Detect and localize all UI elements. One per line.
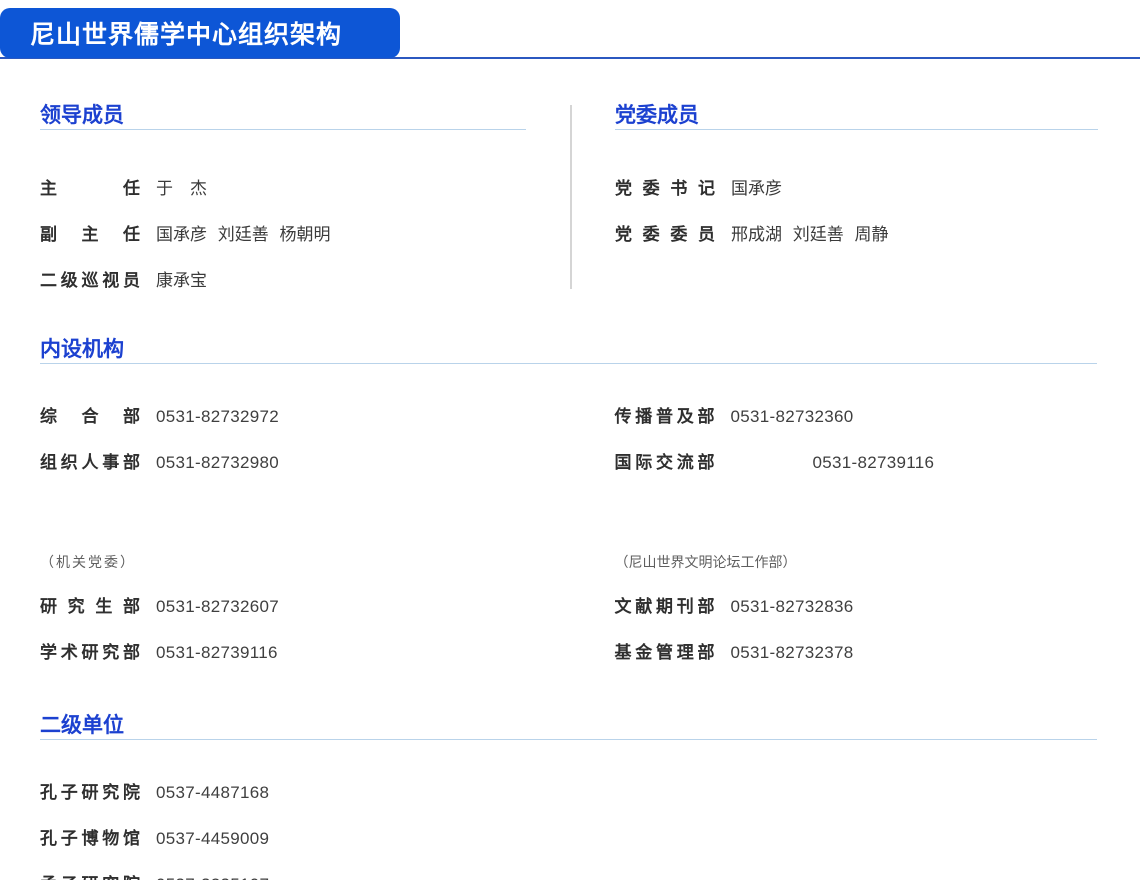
departments-section: 内设机构 综合部 0531-82732972 组织人事部 （机关党委） 0531… [40,338,1097,664]
departments-columns: 综合部 0531-82732972 组织人事部 （机关党委） 0531-8273… [40,406,1097,664]
leadership-section: 领导成员 主任 于 杰 副主任 国承彦 刘廷善 杨朝明 二级巡视员 康承宝 [40,104,526,292]
member-role-label: 副主任 [40,224,140,246]
subunit-row: 孔子博物馆 0537-4459009 [40,828,1097,850]
department-row: 研究生部 0531-82732607 [40,596,523,618]
member-row: 主任 于 杰 [40,178,526,200]
party-committee-section: 党委成员 党委书记 国承彦 党委委员 邢成湖 刘廷善 周静 [615,104,1098,246]
department-row: 基金管理部 0531-82732378 [615,642,1098,664]
party-committee-heading: 党委成员 [615,104,1098,130]
department-name-label: 研究生部 [40,596,140,618]
member-names: 于 杰 [156,178,207,200]
member-row: 副主任 国承彦 刘廷善 杨朝明 [40,224,526,246]
department-row: 组织人事部 （机关党委） 0531-82732980 [40,452,523,572]
subunit-phone: 0537-4487168 [156,782,269,804]
department-phone: 0531-82739116 [156,642,278,664]
department-name-label: 文献期刊部 [615,596,715,618]
vertical-divider [570,105,572,289]
page-title: 尼山世界儒学中心组织架构 [30,15,342,51]
member-names: 国承彦 刘廷善 杨朝明 [156,224,330,246]
department-phone: 0531-82732378 [731,642,854,664]
department-row: 文献期刊部 0531-82732836 [615,596,1098,618]
subunit-name-label: 孔子研究院 [40,782,140,804]
member-row: 党委委员 邢成湖 刘廷善 周静 [615,224,1098,246]
member-role-label: 主任 [40,178,140,200]
page-header: 尼山世界儒学中心组织架构 [0,0,1140,60]
department-phone: 0531-82732607 [156,596,279,618]
member-role-label: 党委书记 [615,178,715,200]
member-names: 康承宝 [156,270,207,292]
department-note: （机关党委） [40,552,140,572]
leadership-heading: 领导成员 [40,104,526,130]
department-name-label: 综合部 [40,406,140,428]
subunit-phone: 0537-4459009 [156,828,269,850]
subunit-name-label: 孟子研究院 [40,874,140,880]
departments-left-column: 综合部 0531-82732972 组织人事部 （机关党委） 0531-8273… [40,406,523,664]
department-row: 综合部 0531-82732972 [40,406,523,428]
department-row: 传播普及部 0531-82732360 [615,406,1098,428]
member-row: 党委书记 国承彦 [615,178,1098,200]
member-role-label: 党委委员 [615,224,715,246]
subunit-row: 孔子研究院 0537-4487168 [40,782,1097,804]
members-area: 领导成员 主任 于 杰 副主任 国承彦 刘廷善 杨朝明 二级巡视员 康承宝 党委… [0,104,1140,292]
department-phone: 0531-82732980 [156,452,279,474]
member-names: 国承彦 [731,178,782,200]
department-phone: 0531-82732360 [731,406,854,428]
subunits-section: 二级单位 孔子研究院 0537-4487168 孔子博物馆 0537-44590… [40,714,1097,880]
subunits-heading: 二级单位 [40,714,1097,740]
department-name-label: 传播普及部 [615,406,715,428]
department-phone: 0531-82732836 [731,596,854,618]
party-committee-rows: 党委书记 国承彦 党委委员 邢成湖 刘廷善 周静 [615,178,1098,246]
department-note: （尼山世界文明论坛工作部） [615,552,797,572]
department-name-label: 基金管理部 [615,642,715,664]
subunit-row: 孟子研究院 0537-3235107 [40,874,1097,880]
page-title-banner: 尼山世界儒学中心组织架构 [0,8,400,58]
departments-right-column: 传播普及部 0531-82732360 国际交流部 （尼山世界文明论坛工作部） … [615,406,1098,664]
department-name-label: 国际交流部 [615,452,715,552]
departments-heading: 内设机构 [40,338,1097,364]
department-name-label: 组织人事部 [40,452,140,552]
subunit-name-label: 孔子博物馆 [40,828,140,850]
subunit-phone: 0537-3235107 [156,874,269,880]
subunits-rows: 孔子研究院 0537-4487168 孔子博物馆 0537-4459009 孟子… [40,782,1097,880]
department-row: 学术研究部 0531-82739116 [40,642,523,664]
department-name-label: 学术研究部 [40,642,140,664]
leadership-rows: 主任 于 杰 副主任 国承彦 刘廷善 杨朝明 二级巡视员 康承宝 [40,178,526,292]
department-row: 国际交流部 （尼山世界文明论坛工作部） 0531-82739116 [615,452,1098,572]
department-phone: 0531-82732972 [156,406,279,428]
member-names: 邢成湖 刘廷善 周静 [731,224,888,246]
department-phone: 0531-82739116 [813,452,935,474]
member-row: 二级巡视员 康承宝 [40,270,526,292]
member-role-label: 二级巡视员 [40,270,140,292]
